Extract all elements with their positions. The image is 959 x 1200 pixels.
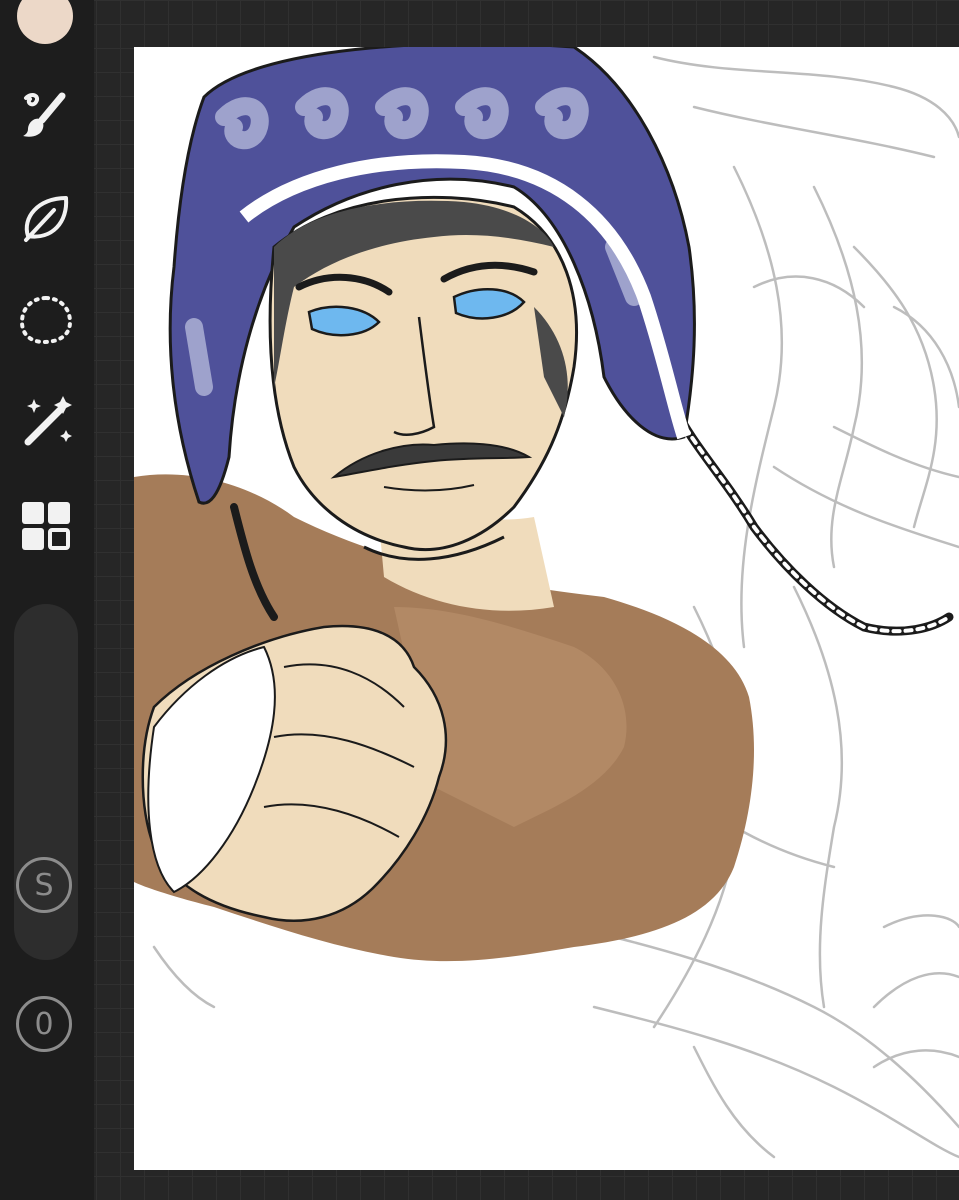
tool-sidebar: S 0 [0, 0, 94, 1200]
drawing-canvas[interactable] [134, 47, 959, 1170]
magic-wand-button[interactable] [14, 388, 78, 452]
hat-braid-right [669, 402, 954, 636]
layers-button[interactable] [14, 494, 78, 558]
artwork-illustration [134, 47, 959, 1159]
color-swatch[interactable] [17, 0, 73, 44]
leaf-shape-icon [24, 196, 69, 242]
layers-grid-icon [22, 502, 70, 550]
lasso-selection-icon [19, 295, 73, 345]
opacity-button-label: 0 [34, 1006, 54, 1042]
shape-tool-button[interactable] [14, 186, 78, 250]
size-button[interactable]: S [16, 857, 72, 913]
brush-icon [23, 92, 66, 137]
magic-wand-icon [24, 396, 72, 446]
selection-tool-button[interactable] [14, 288, 78, 352]
size-button-label: S [34, 867, 54, 903]
opacity-button[interactable]: 0 [16, 996, 72, 1052]
brush-tool-button[interactable] [14, 84, 78, 148]
